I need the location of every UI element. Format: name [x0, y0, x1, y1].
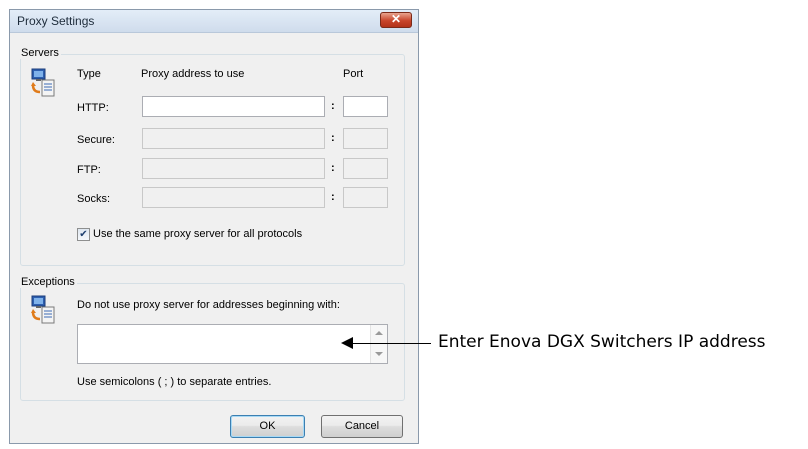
- checkmark-icon: ✔: [79, 229, 88, 240]
- same-proxy-label[interactable]: Use the same proxy server for all protoc…: [93, 228, 302, 240]
- servers-group-label: Servers: [19, 47, 61, 59]
- callout-arrow-head-icon: [341, 337, 353, 349]
- scroll-up-arrow-icon[interactable]: [375, 331, 383, 335]
- exceptions-scrollbar[interactable]: [370, 325, 387, 363]
- socks-label: Socks:: [77, 193, 111, 205]
- close-button[interactable]: ✕: [380, 12, 412, 28]
- secure-label: Secure:: [77, 134, 115, 146]
- same-proxy-checkbox[interactable]: ✔: [77, 228, 90, 241]
- scroll-down-arrow-icon[interactable]: [375, 352, 383, 356]
- callout-arrow-line: [351, 343, 431, 344]
- socks-address-input[interactable]: [142, 187, 325, 208]
- column-header-port: Port: [343, 68, 364, 80]
- cancel-button[interactable]: Cancel: [321, 415, 403, 438]
- column-header-address: Proxy address to use: [141, 68, 245, 80]
- callout-text: Enter Enova DGX Switchers IP address: [438, 332, 766, 352]
- secure-port-input[interactable]: [343, 128, 388, 149]
- column-header-type: Type: [77, 68, 101, 80]
- ftp-colon: :: [331, 162, 335, 174]
- ftp-label: FTP:: [77, 164, 101, 176]
- http-label: HTTP:: [77, 102, 109, 114]
- secure-address-input[interactable]: [142, 128, 325, 149]
- http-address-input[interactable]: [142, 96, 325, 117]
- secure-colon: :: [331, 132, 335, 144]
- network-computer-icon: [31, 295, 55, 324]
- socks-port-input[interactable]: [343, 187, 388, 208]
- network-computer-icon: [31, 68, 55, 97]
- ok-button[interactable]: OK: [230, 415, 305, 438]
- exceptions-instruction: Do not use proxy server for addresses be…: [77, 299, 340, 311]
- exceptions-group-label: Exceptions: [19, 276, 77, 288]
- http-port-input[interactable]: [343, 96, 388, 117]
- socks-colon: :: [331, 191, 335, 203]
- ftp-address-input[interactable]: [142, 158, 325, 179]
- proxy-settings-dialog: Proxy Settings ✕ Servers Type Proxy addr…: [9, 9, 419, 444]
- close-icon: ✕: [390, 12, 402, 26]
- title-bar[interactable]: Proxy Settings ✕: [10, 10, 418, 33]
- exceptions-hint: Use semicolons ( ; ) to separate entries…: [77, 376, 272, 388]
- dialog-title: Proxy Settings: [17, 14, 95, 28]
- ftp-port-input[interactable]: [343, 158, 388, 179]
- http-colon: :: [331, 100, 335, 112]
